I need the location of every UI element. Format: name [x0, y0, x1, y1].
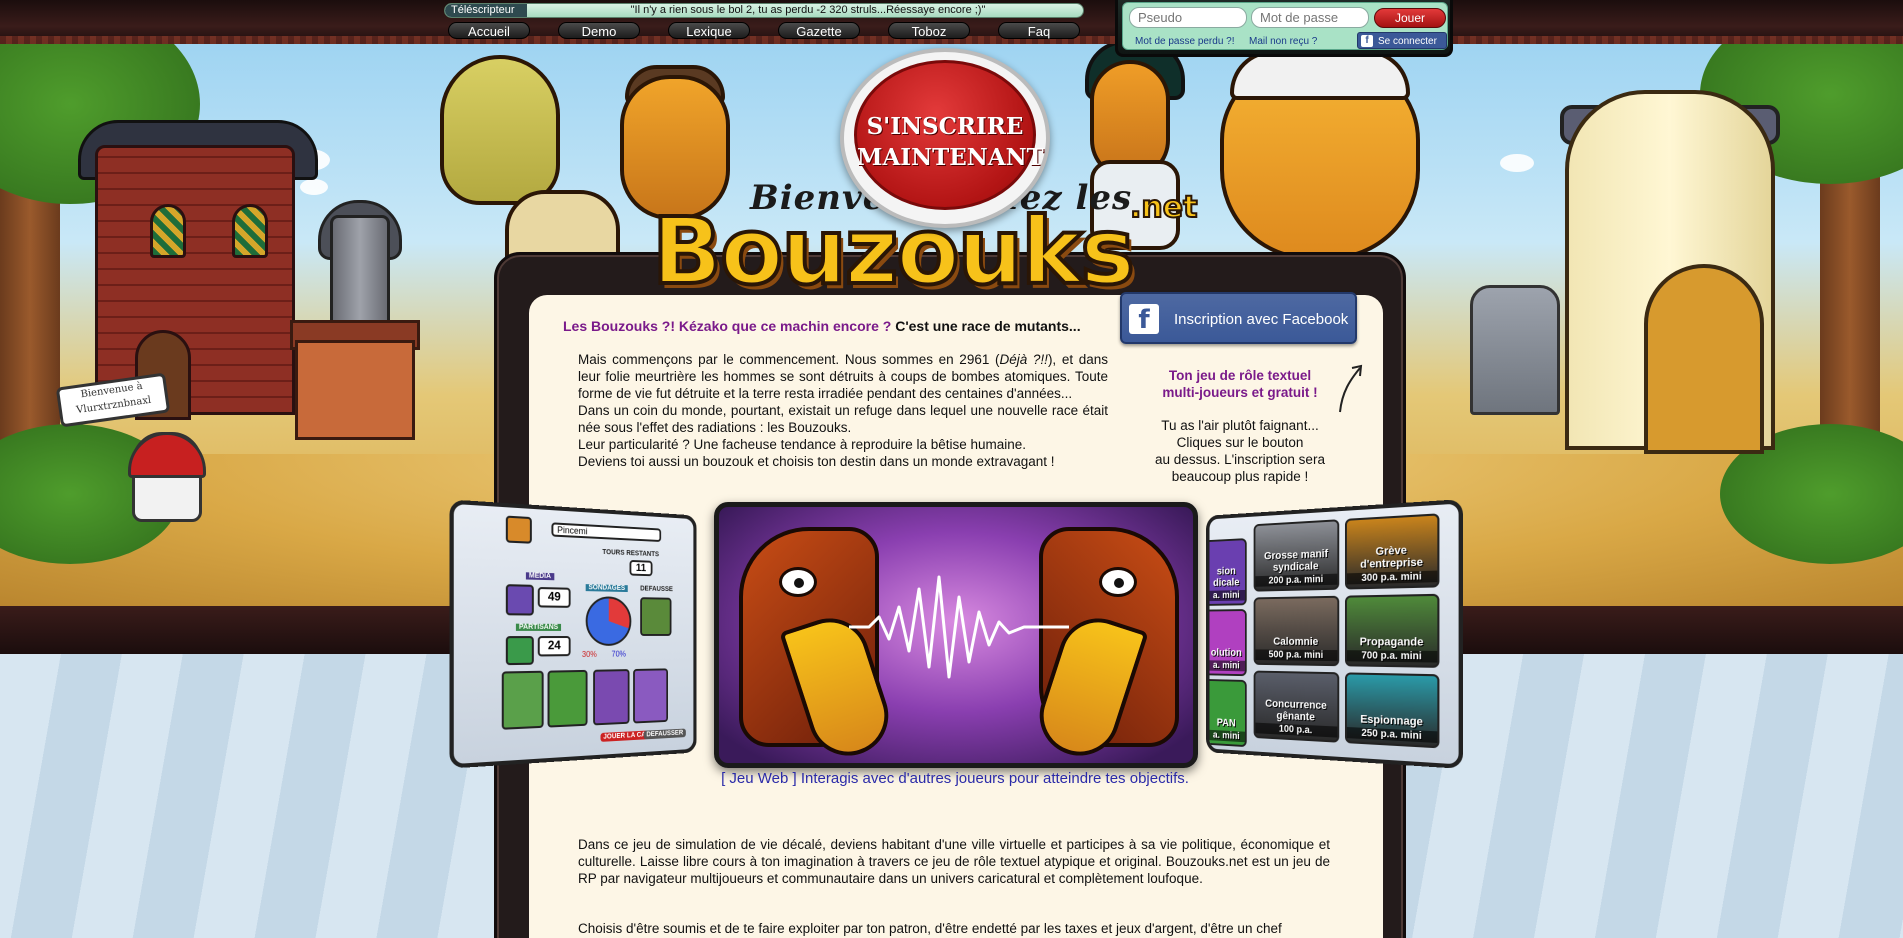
- facebook-icon: f: [1129, 304, 1159, 335]
- lazy-hint: Tu as l'air plutôt faignant... Cliques s…: [1155, 418, 1325, 484]
- carousel-slide-left[interactable]: Pincemi TOURS RESTANTS 11 MEDIA 49 SONDA…: [449, 499, 697, 769]
- signup-line2: MAINTENANT: [857, 144, 1044, 171]
- action-tile-partial: sion dicale a. mini: [1206, 538, 1247, 607]
- ticker-label: Téléscripteur: [445, 4, 527, 17]
- action-tile-partial: PAN a. mini: [1206, 678, 1247, 748]
- action-tile: Espionnage 250 p.a. mini: [1344, 672, 1440, 749]
- nav-toboz[interactable]: Toboz: [888, 22, 970, 39]
- ticker-message: "Il n'y a rien sous le bol 2, tu as perd…: [630, 4, 986, 16]
- intro-question-text: Les Bouzouks ?! Kézako que ce machin enc…: [563, 318, 892, 334]
- nav-lexique[interactable]: Lexique: [668, 22, 750, 39]
- facebook-connect-button[interactable]: f Se connecter: [1357, 32, 1447, 49]
- action-tile: Concurrence gênante 100 p.a.: [1253, 670, 1340, 743]
- game-tagline: Ton jeu de rôle textuel multi-joueurs et…: [1162, 368, 1318, 400]
- action-tile-partial: olution a. mini: [1206, 609, 1247, 677]
- facebook-connect-label: Se connecter: [1378, 36, 1437, 47]
- mail-not-received-link[interactable]: Mail non reçu ?: [1249, 36, 1317, 47]
- nav-gazette[interactable]: Gazette: [778, 22, 860, 39]
- logo-suffix: .net: [1129, 189, 1198, 226]
- nav-faq[interactable]: Faq: [998, 22, 1080, 39]
- news-ticker: Téléscripteur "Il n'y a rien sous le bol…: [444, 3, 1084, 18]
- curved-arrow-icon: [1339, 364, 1363, 413]
- intro-question: Les Bouzouks ?! Kézako que ce machin enc…: [563, 318, 1081, 334]
- description-paragraph-2: Choisis d'être soumis et de te faire exp…: [578, 921, 1282, 936]
- signup-now-button[interactable]: S'INSCRIRE MAINTENANT: [854, 60, 1044, 210]
- login-box: Jouer Mot de passe perdu ?! Mail non reç…: [1115, 0, 1453, 57]
- lost-password-link[interactable]: Mot de passe perdu ?!: [1135, 36, 1235, 47]
- password-input[interactable]: [1251, 7, 1369, 28]
- main-nav: Accueil Demo Lexique Gazette Toboz Faq: [448, 22, 1080, 40]
- signup-line1: S'INSCRIRE: [866, 113, 1024, 140]
- intro-paragraph: Mais commençons par le commencement. Nou…: [578, 352, 1109, 469]
- sound-wave-icon: [849, 575, 1069, 679]
- action-tile: Calomnie 500 p.a. mini: [1253, 595, 1340, 667]
- facebook-signup-button[interactable]: f Inscription avec Facebook: [1120, 292, 1357, 344]
- facebook-signup-label: Inscription avec Facebook: [1174, 311, 1349, 328]
- nav-accueil[interactable]: Accueil: [448, 22, 530, 39]
- action-tile: Propagande 700 p.a. mini: [1344, 593, 1440, 668]
- nav-demo[interactable]: Demo: [558, 22, 640, 39]
- facebook-icon: f: [1361, 35, 1373, 47]
- carousel-caption: [ Jeu Web ] Interagis avec d'autres joue…: [721, 770, 1189, 787]
- carousel-slide-right[interactable]: sion dicale a. mini olution a. mini PAN a. mi…: [1206, 499, 1463, 769]
- pseudo-input[interactable]: [1129, 7, 1247, 28]
- play-button[interactable]: Jouer: [1374, 8, 1446, 28]
- carousel-slide-center[interactable]: [714, 502, 1198, 768]
- action-tile: Grosse manif syndicale 200 p.a. mini: [1253, 519, 1340, 592]
- intro-answer: C'est une race de mutants...: [895, 318, 1081, 334]
- action-tile: Grève d'entreprise 300 p.a. mini: [1344, 513, 1440, 590]
- description-paragraph: Dans ce jeu de simulation de vie décalé,…: [578, 837, 1330, 886]
